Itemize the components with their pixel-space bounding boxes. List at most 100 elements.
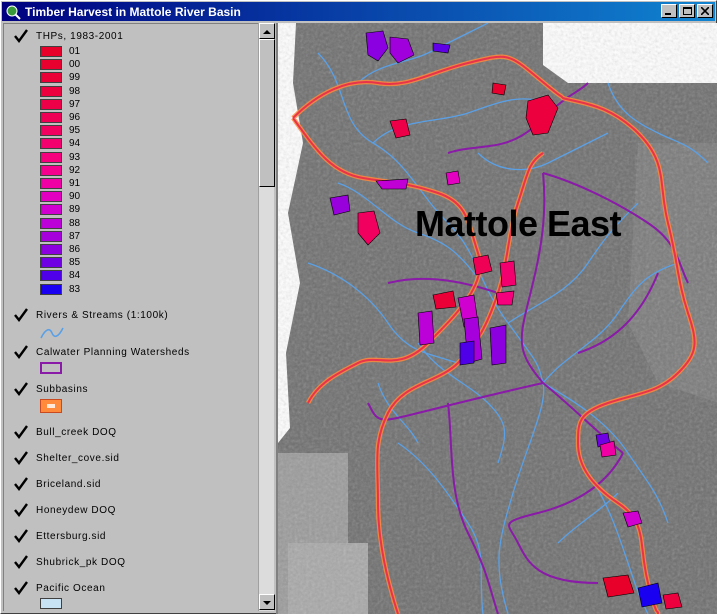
legend-class-row: 99 (40, 72, 80, 84)
legend-class-row: 85 (40, 257, 81, 269)
layer-label: Bull_creek DOQ (36, 426, 117, 438)
layer-row[interactable]: Shubrick_pk DOQ (14, 555, 126, 569)
river-legend-icon (40, 325, 64, 344)
legend-class-label: 94 (69, 138, 81, 150)
checkmark-icon[interactable] (14, 555, 28, 569)
legend-class-label: 98 (69, 85, 81, 97)
map-svg (278, 23, 717, 614)
layer-label: Shelter_cove.sid (36, 452, 120, 464)
layer-row[interactable]: Bull_creek DOQ (14, 425, 117, 439)
legend-swatch[interactable] (40, 85, 62, 97)
layer-row[interactable]: Shelter_cove.sid (14, 451, 120, 465)
minimize-button[interactable] (661, 4, 677, 18)
legend-class-row: 84 (40, 270, 80, 282)
layer-label: Calwater Planning Watersheds (36, 346, 190, 358)
scroll-up-button[interactable] (259, 23, 275, 39)
maximize-icon (683, 7, 692, 15)
layer-row[interactable]: Pacific Ocean (14, 581, 106, 595)
checkmark-icon[interactable] (14, 503, 28, 517)
map-canvas[interactable]: Mattole East (276, 23, 717, 614)
layer-row[interactable]: Briceland.sid (14, 477, 101, 491)
legend-swatch[interactable] (40, 257, 62, 269)
legend-class-row: 00 (40, 59, 81, 71)
legend-swatch[interactable] (40, 72, 62, 84)
legend-class-row: 01 (40, 46, 80, 57)
checkmark-icon[interactable] (14, 425, 28, 439)
legend-class-row: 94 (40, 138, 81, 150)
legend-class-label: 83 (69, 283, 81, 295)
layer-label: Pacific Ocean (36, 582, 106, 594)
checkmark-icon[interactable] (14, 477, 28, 491)
legend-class-label: 96 (69, 112, 81, 123)
legend-swatch[interactable] (40, 230, 62, 242)
checkmark-icon[interactable] (14, 308, 28, 322)
arrow-up-icon (263, 30, 271, 34)
layer-label: Rivers & Streams (1:100k) (36, 309, 169, 321)
maximize-button[interactable] (679, 4, 695, 18)
legend-swatch[interactable] (40, 138, 62, 150)
legend-swatch[interactable] (40, 283, 62, 295)
legend-swatch[interactable] (40, 204, 62, 216)
legend-class-row: 93 (40, 151, 81, 163)
legend-class-row: 90 (40, 191, 80, 203)
layer-label: Briceland.sid (36, 478, 102, 490)
legend-class-row: 86 (40, 244, 80, 255)
globe-icon (6, 5, 21, 20)
layer-label: Ettersburg.sid (36, 530, 107, 542)
legend-class-row: 83 (40, 283, 81, 295)
scroll-thumb[interactable] (259, 39, 275, 187)
watershed-legend-icon (40, 362, 62, 374)
minimize-icon (665, 13, 671, 15)
legend-class-label: 89 (69, 204, 81, 216)
title-bar[interactable]: Timber Harvest in Mattole River Basin (2, 2, 715, 21)
legend-swatch[interactable] (40, 98, 62, 110)
layer-row[interactable]: Calwater Planning Watersheds (14, 345, 190, 359)
legend-swatch[interactable] (40, 125, 62, 137)
checkmark-icon[interactable] (14, 451, 28, 465)
table-of-contents: THPs, 1983-2001 01 00 99 98 97 96 95 94 93 92 91 90… (3, 23, 259, 611)
subbasin-legend-icon (40, 399, 62, 413)
legend-class-row: 92 (40, 164, 80, 176)
legend-swatch[interactable] (40, 217, 62, 229)
legend-swatch[interactable] (40, 244, 62, 255)
legend-swatch[interactable] (40, 59, 62, 71)
legend-class-label: 91 (69, 178, 81, 189)
close-icon (701, 7, 709, 15)
layer-row[interactable]: Rivers & Streams (1:100k) (14, 308, 168, 322)
legend-swatch[interactable] (40, 164, 62, 176)
legend-class-label: 85 (69, 257, 81, 269)
legend-swatch[interactable] (40, 178, 62, 189)
legend-class-label: 93 (69, 151, 81, 163)
layer-label: Subbasins (36, 383, 89, 395)
legend-class-label: 00 (69, 59, 81, 71)
legend-class-label: 86 (69, 244, 81, 255)
checkmark-icon[interactable] (14, 529, 28, 543)
checkmark-icon[interactable] (14, 581, 28, 595)
legend-swatch[interactable] (40, 46, 62, 57)
layer-row[interactable]: Honeydew DOQ (14, 503, 116, 517)
legend-swatch[interactable] (40, 191, 62, 203)
checkmark-icon[interactable] (14, 345, 28, 359)
legend-swatch[interactable] (40, 270, 62, 282)
toc-scrollbar[interactable] (258, 23, 275, 611)
scroll-down-button[interactable] (259, 594, 275, 610)
layer-thps[interactable]: THPs, 1983-2001 (14, 29, 123, 43)
ocean-legend-icon (40, 598, 62, 609)
layer-row[interactable]: Subbasins (14, 382, 88, 396)
legend-swatch[interactable] (40, 112, 62, 123)
legend-swatch[interactable] (40, 151, 62, 163)
legend-class-row: 91 (40, 178, 80, 189)
legend-class-label: 95 (69, 125, 81, 137)
legend-class-label: 88 (69, 217, 81, 229)
legend-class-label: 87 (69, 230, 81, 242)
checkmark-icon[interactable] (14, 29, 28, 43)
close-button[interactable] (697, 4, 713, 18)
arrow-down-icon (263, 601, 271, 605)
window-title: Timber Harvest in Mattole River Basin (25, 4, 241, 19)
layer-row[interactable]: Ettersburg.sid (14, 529, 106, 543)
legend-class-row: 88 (40, 217, 81, 229)
app-window: Timber Harvest in Mattole River Basin TH… (0, 0, 717, 614)
legend-class-row: 87 (40, 230, 81, 242)
checkmark-icon[interactable] (14, 382, 28, 396)
legend-class-row: 98 (40, 85, 81, 97)
